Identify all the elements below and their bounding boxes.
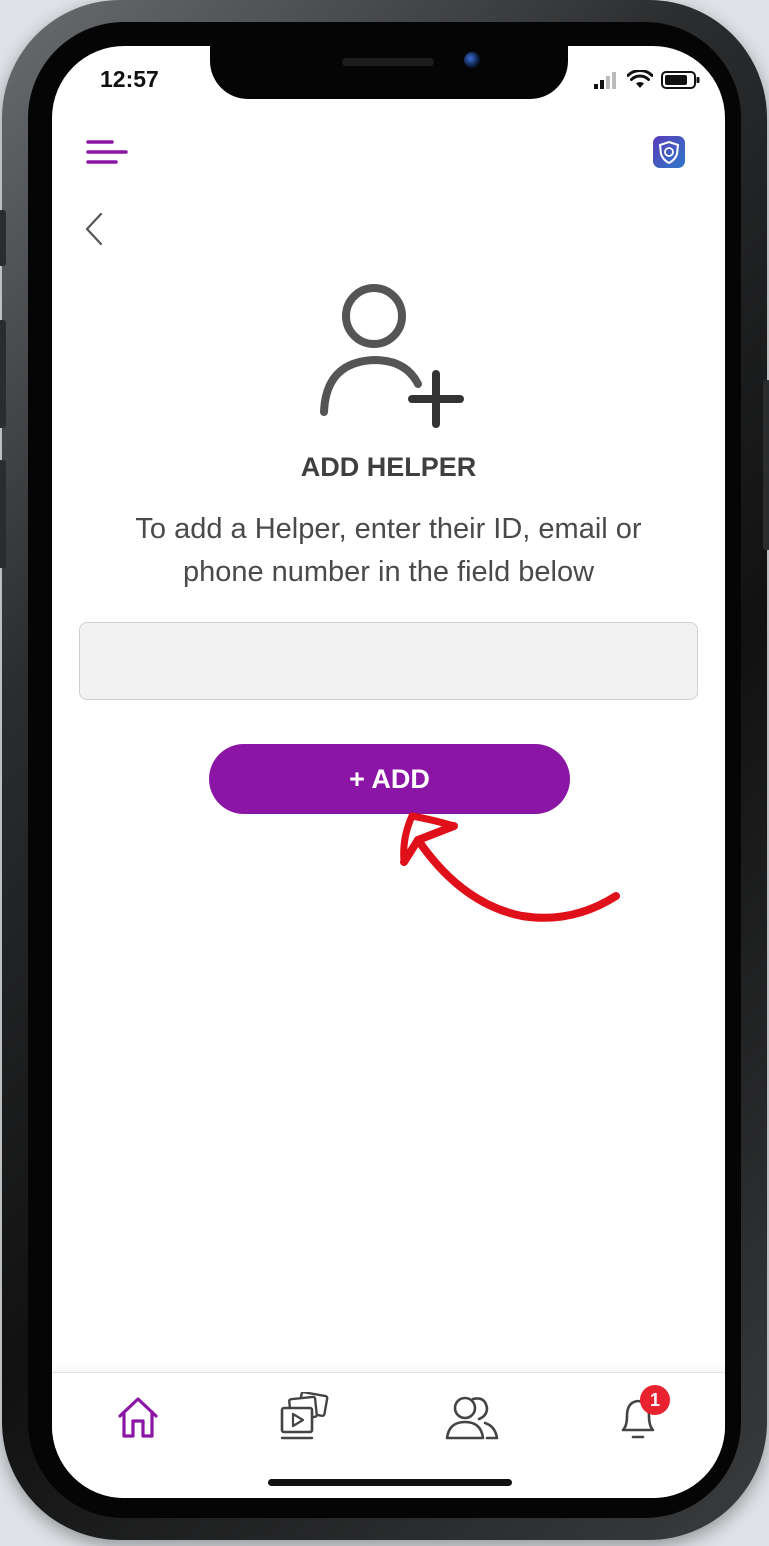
nav-notifications[interactable]: 1 <box>608 1385 670 1447</box>
power-button <box>763 380 769 550</box>
speaker-grille <box>342 58 434 66</box>
shield-badge-icon[interactable] <box>652 135 686 169</box>
nav-people[interactable] <box>442 1387 502 1447</box>
front-camera <box>464 52 480 68</box>
hamburger-menu-icon[interactable] <box>86 138 130 172</box>
silent-switch <box>0 210 6 266</box>
home-indicator[interactable] <box>268 1479 512 1486</box>
battery-icon <box>661 71 700 89</box>
home-icon <box>118 1397 158 1438</box>
status-icons <box>593 70 701 90</box>
people-icon <box>445 1396 499 1440</box>
status-time: 12:57 <box>100 66 159 92</box>
nav-home[interactable] <box>108 1387 168 1447</box>
red-curved-arrow-icon <box>382 804 622 934</box>
volume-up-button <box>0 320 6 428</box>
cellular-signal-icon <box>594 72 616 89</box>
back-chevron-icon[interactable] <box>82 210 108 250</box>
notch <box>210 46 568 99</box>
volume-down-button <box>0 460 6 568</box>
app-screen: 12:57 ADD HELPER To add a Helper, enter … <box>52 46 725 1498</box>
nav-media[interactable] <box>274 1387 334 1447</box>
instructions-text: To add a Helper, enter their ID, email o… <box>135 513 642 588</box>
media-gallery-icon <box>280 1392 329 1440</box>
add-user-icon <box>314 284 470 430</box>
page-title: ADD HELPER <box>300 452 477 482</box>
helper-id-input[interactable] <box>79 622 698 700</box>
notification-badge: 1 <box>640 1385 670 1415</box>
wifi-icon <box>627 70 653 88</box>
